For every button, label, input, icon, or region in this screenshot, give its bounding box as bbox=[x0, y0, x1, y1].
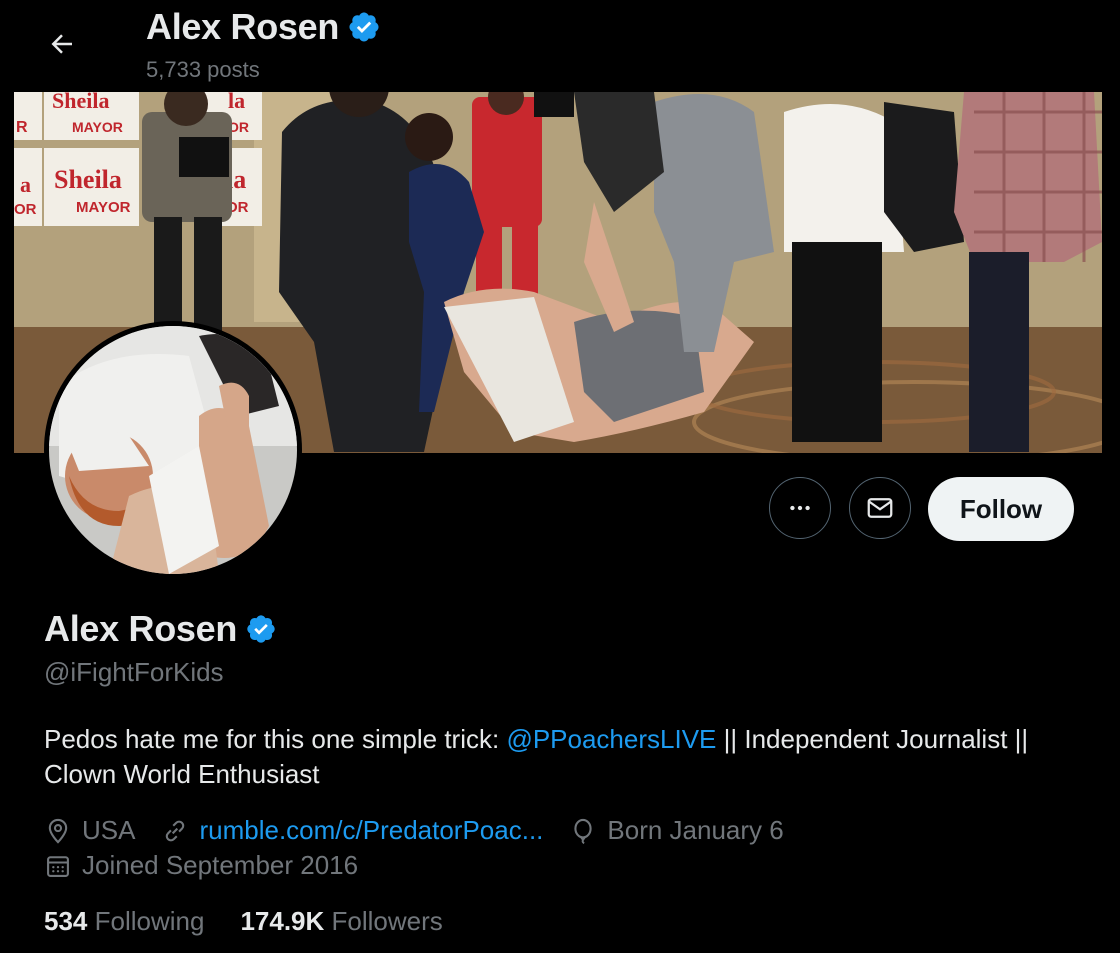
verified-badge-icon[interactable] bbox=[245, 613, 277, 645]
profile-meta-row: USA rumble.com/c/PredatorPoac... Born Ja… bbox=[44, 815, 810, 846]
posts-count: 5,733 posts bbox=[146, 57, 260, 82]
following-label: Following bbox=[94, 906, 205, 936]
sign-text-3: Sheila bbox=[54, 165, 122, 194]
sign-text-10: a bbox=[20, 172, 31, 197]
profile-bio: Pedos hate me for this one simple trick:… bbox=[44, 722, 1084, 792]
bio-mention-link[interactable]: @PPoachersLIVE bbox=[506, 724, 716, 754]
back-button[interactable] bbox=[40, 24, 84, 64]
calendar-icon bbox=[47, 855, 69, 877]
link-icon bbox=[166, 820, 185, 841]
bio-text-start: Pedos hate me for this one simple trick: bbox=[44, 724, 507, 754]
followers-count: 174.9K bbox=[240, 906, 325, 936]
following-stat[interactable]: 534 Following bbox=[44, 906, 204, 937]
back-arrow-icon bbox=[51, 34, 72, 54]
sign-text-4: MAYOR bbox=[76, 199, 131, 216]
display-name-text: Alex Rosen bbox=[44, 608, 238, 649]
profile-meta-row-joined: Joined September 2016 bbox=[44, 850, 384, 881]
profile-handle: @iFightForKids bbox=[44, 657, 224, 687]
birthday-text: Born January 6 bbox=[607, 815, 784, 845]
joined-item: Joined September 2016 bbox=[44, 850, 358, 881]
sign-text-1: Sheila bbox=[52, 92, 109, 113]
avatar-photo bbox=[49, 326, 297, 574]
top-bar: Alex Rosen 5,733 posts bbox=[0, 0, 1120, 92]
message-button[interactable] bbox=[849, 477, 911, 539]
location-text: USA bbox=[82, 815, 136, 845]
location-item: USA bbox=[44, 815, 135, 846]
sign-text-5: la bbox=[228, 92, 245, 113]
website-link[interactable]: rumble.com/c/PredatorPoac... bbox=[199, 815, 543, 846]
following-count: 534 bbox=[44, 906, 88, 936]
envelope-icon bbox=[867, 498, 893, 518]
followers-label: Followers bbox=[331, 906, 443, 936]
more-options-button[interactable] bbox=[769, 477, 831, 539]
followers-stat[interactable]: 174.9K Followers bbox=[240, 906, 442, 937]
verified-badge-icon bbox=[349, 12, 379, 42]
website-item[interactable]: rumble.com/c/PredatorPoac... bbox=[161, 815, 543, 846]
profile-display-name: Alex Rosen bbox=[44, 608, 277, 650]
header-name: Alex Rosen bbox=[146, 6, 381, 48]
birthday-item: Born January 6 bbox=[569, 815, 784, 846]
location-pin-icon bbox=[48, 818, 68, 844]
joined-text: Joined September 2016 bbox=[82, 850, 359, 880]
sign-text-2: MAYOR bbox=[72, 119, 123, 135]
sign-text-11: OR bbox=[14, 201, 37, 218]
follow-button[interactable]: Follow bbox=[928, 477, 1074, 541]
header-name-text: Alex Rosen bbox=[146, 6, 340, 47]
profile-avatar[interactable] bbox=[44, 321, 302, 579]
balloon-icon bbox=[574, 818, 593, 844]
follow-stats: 534 Following 174.9K Followers bbox=[44, 906, 479, 937]
sign-text-9: R bbox=[16, 119, 28, 136]
more-dots-icon bbox=[790, 505, 810, 511]
